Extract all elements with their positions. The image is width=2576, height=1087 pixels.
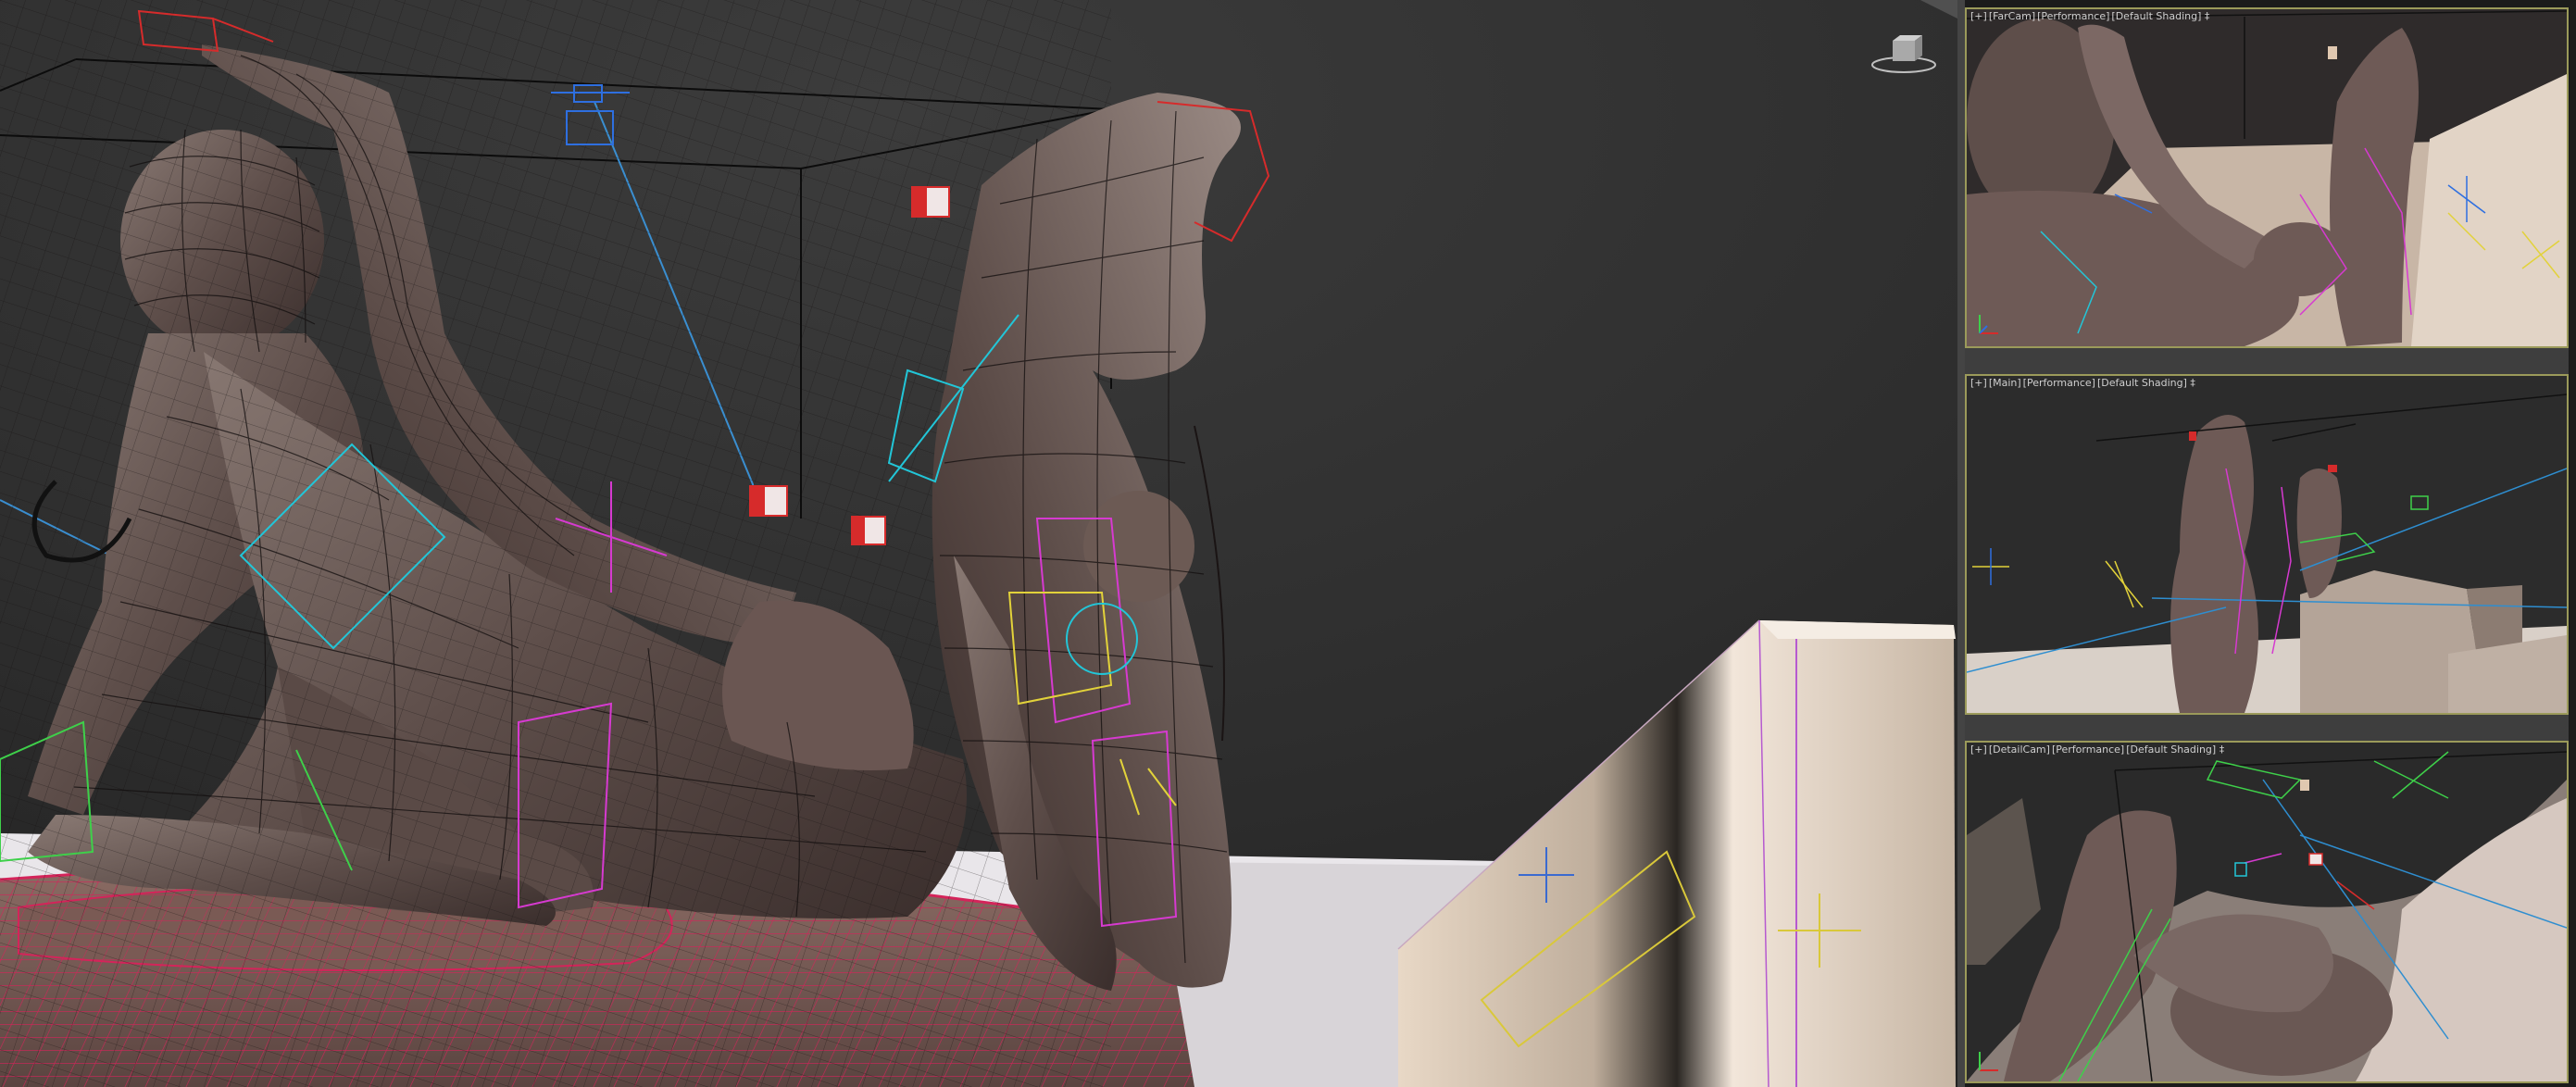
main-camera-canvas[interactable] bbox=[1967, 376, 2567, 713]
viewport-mode-label[interactable]: [Performance] bbox=[2037, 10, 2109, 22]
farcam-canvas[interactable] bbox=[1967, 9, 2567, 346]
main-viewport-canvas[interactable] bbox=[0, 0, 1957, 1087]
viewport-label: [+] [Main] [Performance] [Default Shading] … bbox=[1970, 377, 2195, 390]
viewport-camera-label[interactable]: [DetailCam] bbox=[1989, 743, 2050, 756]
viewport-filter-icon[interactable]: ‡ bbox=[2220, 743, 2225, 756]
detailcam-canvas[interactable] bbox=[1967, 743, 2567, 1081]
viewport-menu-button[interactable]: [+] bbox=[1970, 10, 1987, 22]
viewport-camera-label[interactable]: [FarCam] bbox=[1989, 10, 2035, 22]
main-camera-viewport[interactable]: [+] [Main] [Performance] [Default Shading] … bbox=[1965, 374, 2569, 715]
viewport-filter-icon[interactable]: ‡ bbox=[2190, 377, 2195, 389]
viewport-label: [+] [FarCam] [Performance] [Default Shading… bbox=[1970, 10, 2209, 23]
viewcube-icon[interactable] bbox=[1870, 33, 1937, 74]
viewport-menu-button[interactable]: [+] bbox=[1970, 377, 1987, 389]
viewport-splitter-vertical[interactable] bbox=[1957, 0, 1965, 1087]
viewport-splitter-horizontal-1[interactable] bbox=[1965, 348, 2569, 374]
viewport-filter-icon[interactable]: ‡ bbox=[2205, 10, 2210, 22]
viewport-corner-tab[interactable] bbox=[1920, 0, 1957, 19]
farcam-viewport[interactable]: [+] [FarCam] [Performance] [Default Shading… bbox=[1965, 7, 2569, 348]
main-viewport[interactable] bbox=[0, 0, 1957, 1087]
viewport-mode-label[interactable]: [Performance] bbox=[2052, 743, 2124, 756]
viewport-mode-label[interactable]: [Performance] bbox=[2023, 377, 2095, 389]
viewport-shading-label[interactable]: [Default Shading] bbox=[2097, 377, 2187, 389]
viewport-shading-label[interactable]: [Default Shading] bbox=[2111, 10, 2201, 22]
viewport-shading-label[interactable]: [Default Shading] bbox=[2126, 743, 2216, 756]
viewport-splitter-horizontal-2[interactable] bbox=[1965, 715, 2569, 741]
viewport-menu-button[interactable]: [+] bbox=[1970, 743, 1987, 756]
app-window: [+] [FarCam] [Performance] [Default Shading… bbox=[0, 0, 2576, 1087]
detailcam-viewport[interactable]: [+] [DetailCam] [Performance] [Default Shad… bbox=[1965, 741, 2569, 1083]
viewport-camera-label[interactable]: [Main] bbox=[1989, 377, 2021, 389]
viewport-label: [+] [DetailCam] [Performance] [Default Shad… bbox=[1970, 743, 2224, 756]
